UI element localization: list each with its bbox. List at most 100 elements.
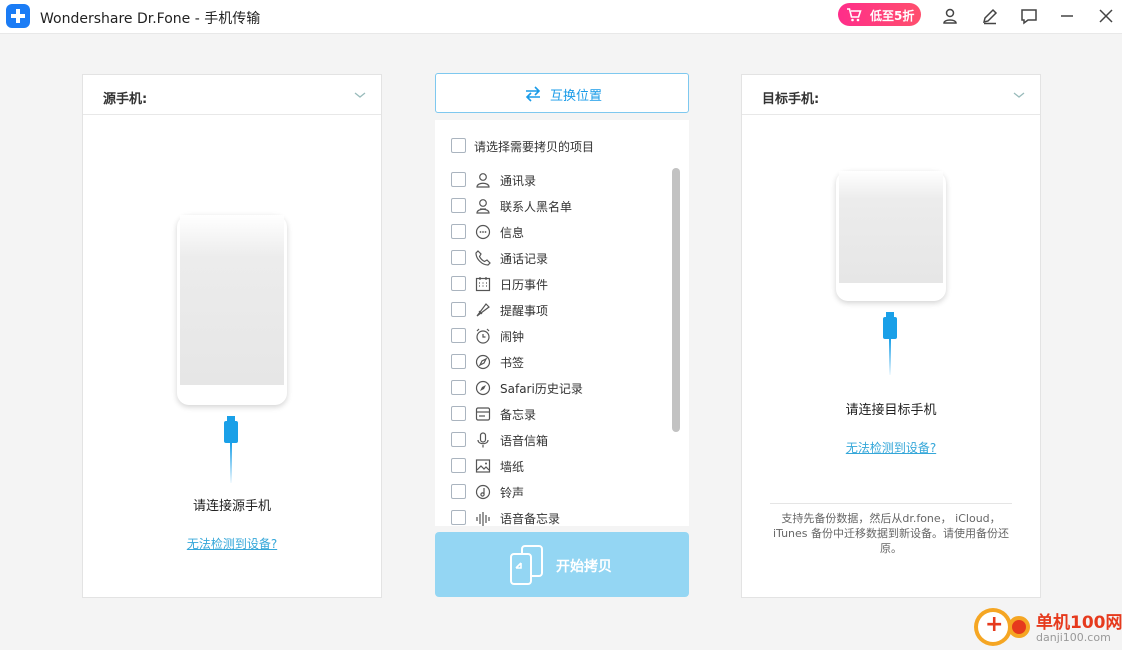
item-checkbox[interactable] [451, 198, 466, 213]
item-checkbox[interactable] [451, 432, 466, 447]
chat-icon [1021, 9, 1037, 25]
select-all-label: 请选择需要拷贝的项目 [474, 140, 595, 154]
item-checkbox[interactable] [451, 172, 466, 187]
watermark-logo-icon [974, 608, 1012, 646]
item-label: 联系人黑名单 [500, 200, 573, 214]
item-checkbox[interactable] [451, 302, 466, 317]
list-item-voice-memos[interactable]: 语音备忘录 [435, 507, 671, 526]
close-button[interactable] [1096, 6, 1116, 26]
source-panel: 源手机: 请连接源手机 无法检测到设备? [82, 74, 382, 598]
contacts-icon [474, 171, 492, 189]
feedback-button[interactable] [980, 6, 1000, 26]
start-copy-button[interactable]: 开始拷贝 [435, 532, 689, 597]
site-watermark: 单机100网 danji100.com [970, 604, 1122, 650]
item-label: 日历事件 [500, 278, 549, 292]
item-checkbox[interactable] [451, 224, 466, 239]
item-label: 书签 [500, 356, 525, 370]
voice-memo-icon [474, 509, 492, 526]
item-label: 闹钟 [500, 330, 525, 344]
list-scrollbar[interactable] [672, 168, 680, 432]
promo-label: 低至5折 [870, 9, 915, 23]
minimize-button[interactable] [1057, 6, 1077, 26]
list-item-wallpaper[interactable]: 墙纸 [435, 455, 671, 477]
item-label: 提醒事项 [500, 304, 549, 318]
target-detect-link[interactable]: 无法检测到设备? [742, 439, 1040, 456]
item-checkbox[interactable] [451, 458, 466, 473]
minimize-icon [1061, 15, 1073, 17]
alarm-icon [474, 327, 492, 345]
chat-button[interactable] [1019, 6, 1039, 26]
list-item-call-log[interactable]: 通话记录 [435, 247, 671, 269]
reminder-icon [474, 301, 492, 319]
transfer-phones-icon [510, 545, 543, 585]
drfone-logo-icon [6, 4, 30, 28]
notes-icon [474, 405, 492, 423]
source-label: 源手机: [103, 92, 148, 107]
help-divider [770, 503, 1012, 504]
target-phone-illustration [836, 171, 946, 301]
account-button[interactable] [940, 6, 960, 26]
scrollbar-thumb[interactable] [672, 168, 680, 432]
list-item-calendar[interactable]: 日历事件 [435, 273, 671, 295]
safari-icon [474, 379, 492, 397]
source-phone-illustration [177, 215, 287, 405]
list-item-alarm[interactable]: 闹钟 [435, 325, 671, 347]
target-panel: 目标手机: 请连接目标手机 无法检测到设备? 支持先备份数据，然后从dr.fon… [741, 74, 1041, 598]
close-icon [1099, 9, 1113, 23]
bookmark-icon [474, 353, 492, 371]
chevron-down-icon[interactable] [1012, 88, 1026, 102]
message-icon [474, 223, 492, 241]
item-checkbox[interactable] [451, 510, 466, 525]
copy-items-list: 请选择需要拷贝的项目 通讯录 联系人黑名单 信息 通话记录 日历事件 提醒事项 … [435, 120, 689, 526]
target-connect-text: 请连接目标手机 [845, 403, 937, 418]
item-label: 信息 [500, 226, 525, 240]
item-checkbox[interactable] [451, 380, 466, 395]
microphone-icon [474, 431, 492, 449]
watermark-dot-icon [1008, 616, 1030, 638]
item-label: Safari历史记录 [500, 382, 583, 396]
item-checkbox[interactable] [451, 328, 466, 343]
list-item-bookmarks[interactable]: 书签 [435, 351, 671, 373]
item-checkbox[interactable] [451, 406, 466, 421]
source-selector[interactable]: 源手机: [83, 75, 381, 115]
item-checkbox[interactable] [451, 484, 466, 499]
target-selector[interactable]: 目标手机: [742, 75, 1040, 115]
target-cable-icon [883, 312, 897, 377]
user-icon [943, 8, 957, 24]
item-label: 通话记录 [500, 252, 549, 266]
ringtone-icon [474, 483, 492, 501]
backup-help-text: 支持先备份数据，然后从dr.fone， iCloud， iTunes 备份中迁移… [772, 512, 1010, 555]
item-label: 备忘录 [500, 408, 537, 422]
app-title: Wondershare Dr.Fone - 手机传输 [40, 11, 261, 27]
swap-label: 互换位置 [550, 89, 603, 104]
source-detect-link[interactable]: 无法检测到设备? [83, 535, 381, 552]
list-item-messages[interactable]: 信息 [435, 221, 671, 243]
target-label: 目标手机: [762, 92, 820, 107]
chevron-down-icon[interactable] [353, 88, 367, 102]
item-label: 通讯录 [500, 174, 537, 188]
promo-button[interactable]: 低至5折 [838, 3, 921, 26]
wallpaper-icon [474, 457, 492, 475]
calendar-icon [474, 275, 492, 293]
item-checkbox[interactable] [451, 354, 466, 369]
item-label: 语音信箱 [500, 434, 549, 448]
blacklist-icon [474, 197, 492, 215]
item-label: 语音备忘录 [500, 512, 561, 526]
list-item-ringtones[interactable]: 铃声 [435, 481, 671, 503]
swap-button[interactable]: 互换位置 [435, 73, 689, 113]
list-item-safari-history[interactable]: Safari历史记录 [435, 377, 671, 399]
start-copy-label: 开始拷贝 [556, 559, 612, 575]
swap-icon [525, 86, 541, 102]
list-item-contacts[interactable]: 通讯录 [435, 169, 671, 191]
list-item-blacklist[interactable]: 联系人黑名单 [435, 195, 671, 217]
list-item-voicemail[interactable]: 语音信箱 [435, 429, 671, 451]
item-checkbox[interactable] [451, 276, 466, 291]
phone-icon [474, 249, 492, 267]
title-bar: Wondershare Dr.Fone - 手机传输 低至5折 [0, 0, 1122, 34]
select-all-checkbox[interactable] [451, 138, 466, 153]
item-checkbox[interactable] [451, 250, 466, 265]
list-item-reminders[interactable]: 提醒事项 [435, 299, 671, 321]
item-label: 墙纸 [500, 460, 525, 474]
watermark-name: 单机100网 [1036, 613, 1122, 633]
list-item-notes[interactable]: 备忘录 [435, 403, 671, 425]
